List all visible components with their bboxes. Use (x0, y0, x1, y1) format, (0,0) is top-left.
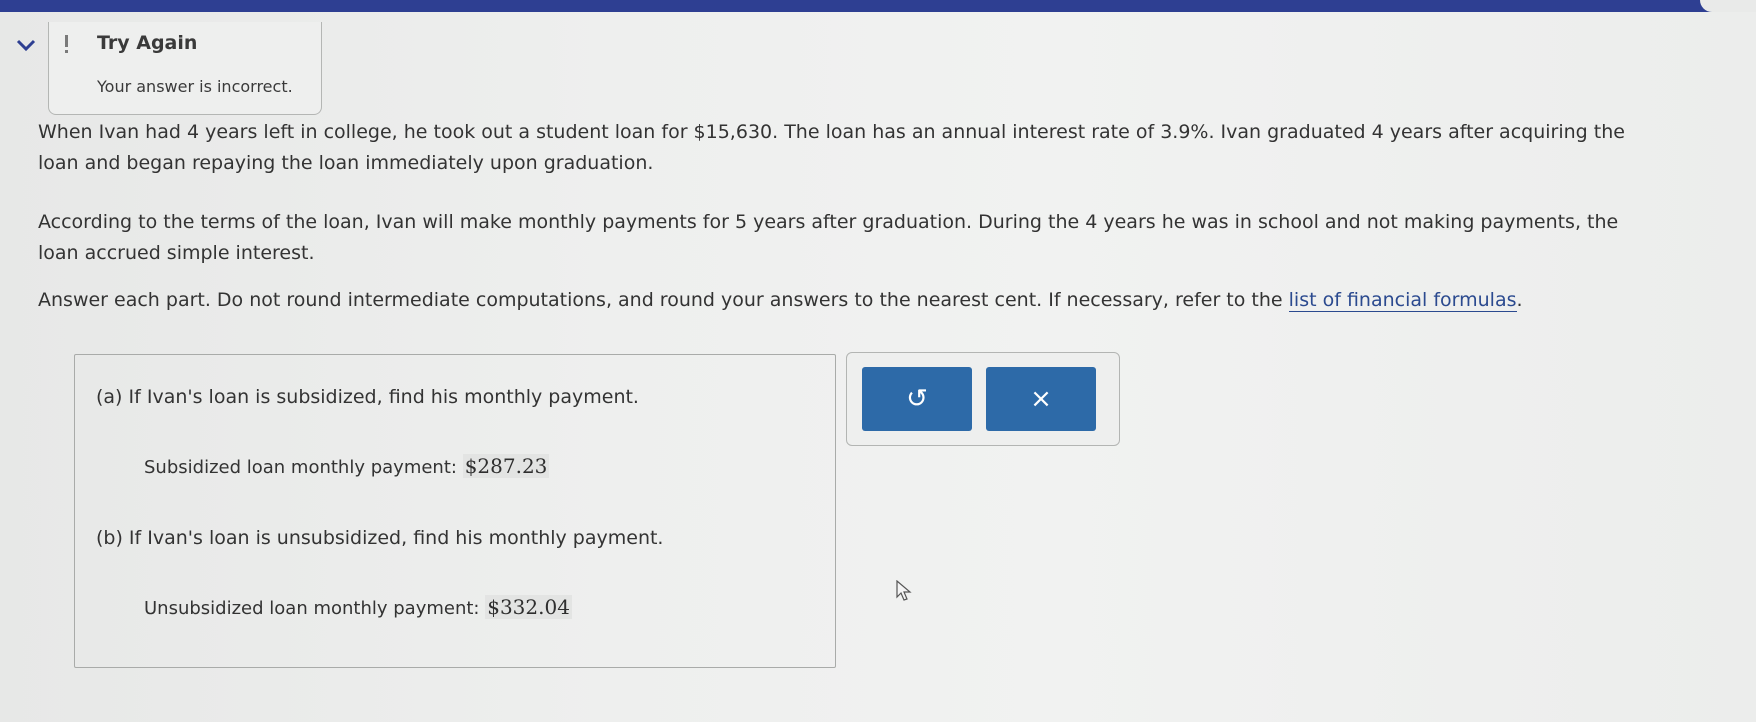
feedback-title: Try Again (97, 32, 198, 54)
undo-icon: ↺ (906, 384, 928, 414)
problem-paragraph-2: According to the terms of the loan, Ivan… (38, 211, 1619, 264)
close-icon: × (1030, 384, 1052, 414)
header-corner-tab (1700, 0, 1756, 12)
reset-button[interactable]: ↺ (862, 367, 972, 431)
warning-icon-shape (65, 35, 68, 53)
part-b-answer-line: Unsubsidized loan monthly payment: $332.… (144, 595, 572, 619)
part-a-question: (a) If Ivan's loan is subsidized, find h… (96, 386, 639, 408)
problem-paragraph-1: When Ivan had 4 years left in college, h… (38, 121, 1625, 174)
part-b-label: Unsubsidized loan monthly payment: (144, 598, 480, 619)
chevron-down-icon[interactable] (12, 34, 40, 58)
clear-button[interactable]: × (986, 367, 1096, 431)
instructions-text: Answer each part. Do not round intermedi… (38, 289, 1289, 311)
feedback-message: Your answer is incorrect. (97, 77, 293, 96)
financial-formulas-link[interactable]: list of financial formulas (1288, 289, 1517, 312)
top-header-bar (0, 0, 1756, 12)
chevron-down-icon-shape (16, 39, 36, 52)
part-a-answer-input[interactable]: $287.23 (462, 454, 550, 478)
part-a-label: Subsidized loan monthly payment: (144, 457, 457, 478)
part-b-question: (b) If Ivan's loan is unsubsidized, find… (96, 527, 664, 549)
mouse-pointer-icon-shape (896, 579, 912, 601)
instructions-period: . (1516, 289, 1523, 311)
warning-icon (62, 33, 84, 55)
mouse-pointer-icon (896, 579, 912, 608)
part-b-answer-input[interactable]: $332.04 (485, 595, 572, 619)
problem-paragraph-3: Answer each part. Do not round intermedi… (38, 285, 1638, 316)
part-a-answer-line: Subsidized loan monthly payment: $287.23 (144, 454, 550, 478)
